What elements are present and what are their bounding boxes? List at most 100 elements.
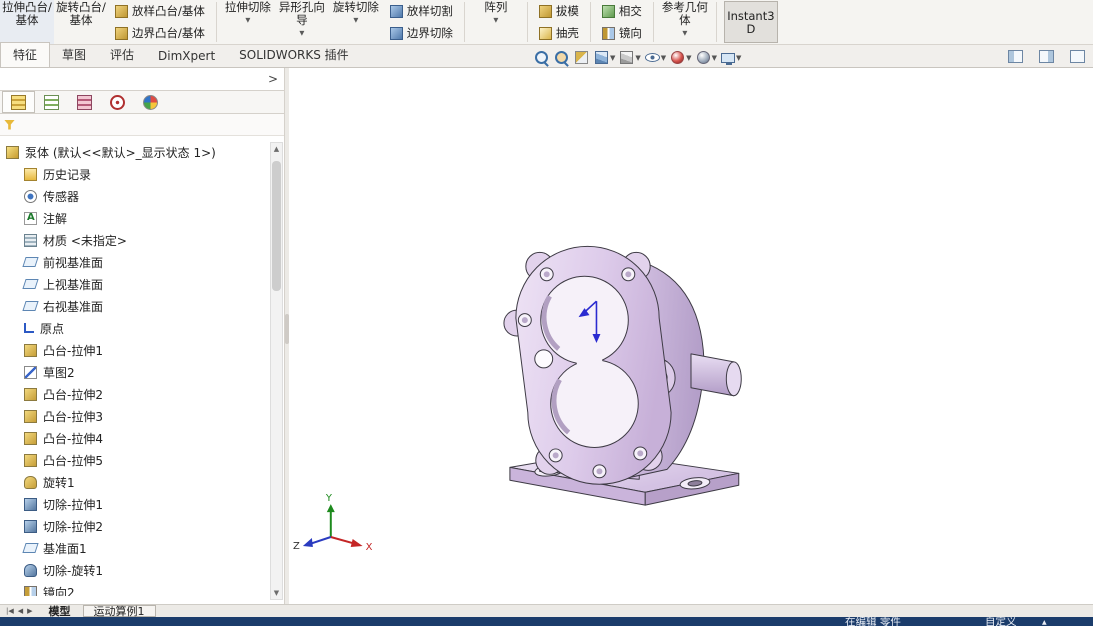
model-stub-cylinder[interactable] [690,353,742,397]
dropdown-arrow-icon[interactable]: ▼ [245,16,250,24]
dropdown-arrow-icon[interactable]: ▼ [686,54,691,62]
dropdown-arrow-icon[interactable]: ▼ [682,29,687,37]
pump-body-model[interactable]: Y X Z [289,68,1093,604]
tree-item[interactable]: 历史记录 [0,163,284,185]
view-toolbar-button[interactable]: ▼ [720,50,741,66]
view-toolbar-button[interactable]: ▼ [695,49,717,66]
tree-root-item[interactable]: 泵体 (默认<<默认>_显示状态 1>) [0,141,284,163]
panel-expand-button[interactable]: > [268,72,278,86]
panel-tab[interactable] [134,91,167,113]
pane-left-icon[interactable] [1008,50,1023,63]
ribbon-button-linear-pattern[interactable]: 阵列 ▼ [469,0,523,44]
scroll-down-icon[interactable]: ▼ [274,587,279,599]
command-tab-label: SOLIDWORKS 插件 [239,48,349,62]
ribbon-button-reference-geometry[interactable]: 参考几何体 ▼ [658,0,712,44]
view-toolbar-button[interactable] [553,49,570,66]
dropdown-arrow-icon[interactable]: ▼ [353,16,358,24]
study-tab[interactable]: 模型 [39,605,81,617]
view-toolbar-button[interactable]: ▼ [618,49,641,66]
panel-tab[interactable] [2,91,35,113]
ribbon-button-boundary-boss[interactable]: 边界凸台/基体 [108,22,212,44]
lofted-cut-icon [389,4,403,18]
study-tab[interactable]: 运动算例1 [82,605,156,617]
view-toolbar-button[interactable] [533,49,550,66]
tree-item[interactable]: 切除-拉伸2 [0,515,284,537]
tree-item[interactable]: 材质 <未指定> [0,229,284,251]
collapse-ribbon-icon[interactable] [1070,50,1085,63]
next-study-icon[interactable]: ▶ [27,607,32,615]
tree-item[interactable]: 凸台-拉伸1 [0,339,284,361]
tree-item-label: 前视基准面 [43,255,104,270]
ribbon-button-boss-extrude[interactable]: 拉伸凸台/基体 [0,0,54,44]
panel-tab[interactable] [35,91,68,113]
ribbon-button-revolved-cut[interactable]: 旋转切除 ▼ [329,0,383,44]
status-custom-button[interactable]: 自定义 [985,617,1017,626]
tree-item[interactable]: 右视基准面 [0,295,284,317]
tree-item[interactable]: 切除-旋转1 [0,559,284,581]
tree-item[interactable]: 基准面1 [0,537,284,559]
command-tab[interactable]: 特征 [0,42,51,67]
study-nav: |◀ ◀ ▶ [0,605,39,617]
tree-item[interactable]: 前视基准面 [0,251,284,273]
tree-item[interactable]: 注解 [0,207,284,229]
graphics-viewport[interactable]: Y X Z [289,68,1093,604]
ribbon-button-lofted-boss[interactable]: 放样凸台/基体 [108,0,212,22]
dropdown-arrow-icon[interactable]: ▼ [299,29,304,37]
dropdown-arrow-icon[interactable]: ▼ [493,16,498,24]
scrollbar-thumb[interactable] [272,161,281,291]
model-dowel-hole[interactable] [534,349,554,369]
ribbon-button-extruded-cut[interactable]: 拉伸切除 ▼ [221,0,275,44]
ribbon-button-boundary-cut[interactable]: 边界切除 [383,22,460,44]
tree-item[interactable]: 传感器 [0,185,284,207]
ribbon-button-lofted-cut[interactable]: 放样切割 [383,0,460,22]
command-tab-label: 特征 [13,48,38,62]
tree-item[interactable]: 凸台-拉伸3 [0,405,284,427]
panel-tab[interactable] [101,91,134,113]
command-tab[interactable]: 评估 [98,43,146,67]
dropdown-arrow-icon[interactable]: ▼ [736,54,741,62]
tree-item[interactable]: 切除-拉伸1 [0,493,284,515]
view-toolbar-button[interactable]: ▼ [593,49,615,66]
command-tab[interactable]: 草图 [50,43,98,67]
dropdown-arrow-icon[interactable]: ▼ [635,54,640,62]
ribbon-button-intersect[interactable]: 相交 [595,0,649,22]
status-custom-arrow-icon[interactable]: ▲ [1042,618,1047,626]
tree-item[interactable]: 原点 [0,317,284,339]
tree-item[interactable]: 上视基准面 [0,273,284,295]
previous-study-icon[interactable]: ◀ [18,607,23,615]
model-geometry[interactable] [503,245,742,506]
tree-item[interactable]: 凸台-拉伸4 [0,427,284,449]
view-toolbar-button[interactable]: ▼ [669,49,692,66]
ribbon-button-hole-wizard[interactable]: 异形孔向导 ▼ [275,0,329,44]
tree-item[interactable]: 草图2 [0,361,284,383]
ribbon-button-label: 拉伸凸台/基体 [2,0,52,27]
scroll-up-icon[interactable]: ▲ [274,143,279,155]
dropdown-arrow-icon[interactable]: ▼ [712,54,717,62]
ribbon-button-revolved-boss[interactable]: 旋转凸台/基体 [54,0,108,44]
featuremanager-panel: > 泵体 (默认<<默认>_显示状态 1>) 历史记录 传感器 A 注解 材质 … [0,68,284,604]
pane-right-icon[interactable] [1039,50,1054,63]
command-tab[interactable]: SOLIDWORKS 插件 [227,43,360,67]
panel-tab[interactable] [68,91,101,113]
tree-scrollbar[interactable]: ▲ ▼ [270,142,283,600]
tree-item[interactable]: 镜向2 [0,581,284,596]
dropdown-arrow-icon[interactable]: ▼ [661,54,666,62]
command-tab[interactable]: DimXpert [146,46,227,67]
ribbon-button-label: 拉伸切除 [224,0,271,14]
dropdown-arrow-icon[interactable]: ▼ [610,54,615,62]
plane-icon [22,257,39,267]
filter-icon[interactable] [4,119,15,130]
ribbon-button-mirror[interactable]: 镜向 [595,22,649,44]
apply-scene-icon [696,51,710,64]
view-toolbar-button[interactable]: ▼ [644,49,666,66]
solidworks-window: 拉伸凸台/基体 旋转凸台/基体 放样凸台/基体 边界凸台/基体 拉伸切除 ▼ 异形孔向导 ▼ 旋… [0,0,1093,626]
ribbon-button-instant3d[interactable]: Instant3D [723,1,778,43]
ribbon-button-draft[interactable]: 拔模 [532,0,586,22]
boss-extrude-icon [24,431,37,445]
view-toolbar-button[interactable] [573,49,590,66]
first-study-icon[interactable]: |◀ [6,607,14,615]
tree-item[interactable]: 旋转1 [0,471,284,493]
tree-item[interactable]: 凸台-拉伸5 [0,449,284,471]
ribbon-button-shell[interactable]: 抽壳 [532,22,586,44]
tree-item[interactable]: 凸台-拉伸2 [0,383,284,405]
